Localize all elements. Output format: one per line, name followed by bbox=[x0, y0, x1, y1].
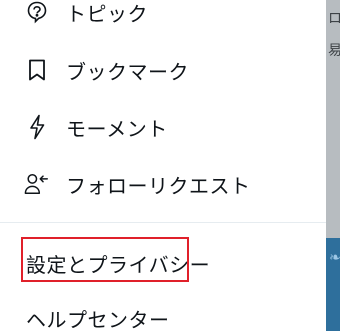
menu-item-label: モーメント bbox=[66, 116, 168, 141]
backdrop-leaf-icon: ❧ bbox=[329, 250, 340, 266]
menu-item-label: ブックマーク bbox=[66, 59, 189, 84]
backdrop-text: 易 bbox=[328, 43, 340, 59]
lightning-bolt-icon bbox=[24, 114, 50, 140]
menu-item-label: フォローリクエスト bbox=[66, 173, 251, 198]
help-center-item[interactable]: ヘルプセンター bbox=[26, 304, 170, 333]
menu-divider bbox=[0, 222, 326, 223]
menu-item-label: トピック bbox=[66, 1, 148, 26]
menu-item-follow-requests[interactable]: フォローリクエスト bbox=[0, 162, 326, 206]
follow-request-icon bbox=[24, 171, 50, 197]
backdrop-text: ロ bbox=[328, 11, 340, 27]
navigation-drawer: トピック ブックマーク モーメント フォローリクエスト 設定とプライバシー ヘル… bbox=[0, 0, 326, 333]
menu-item-topics[interactable]: トピック bbox=[0, 0, 326, 34]
dimmed-timeline-backdrop[interactable]: ロ 易 ❧ bbox=[326, 0, 340, 331]
menu-item-bookmarks[interactable]: ブックマーク bbox=[0, 48, 326, 92]
topic-bubble-icon bbox=[24, 0, 50, 25]
bookmark-icon bbox=[24, 57, 50, 83]
highlight-box bbox=[21, 237, 189, 282]
menu-item-moments[interactable]: モーメント bbox=[0, 105, 326, 149]
